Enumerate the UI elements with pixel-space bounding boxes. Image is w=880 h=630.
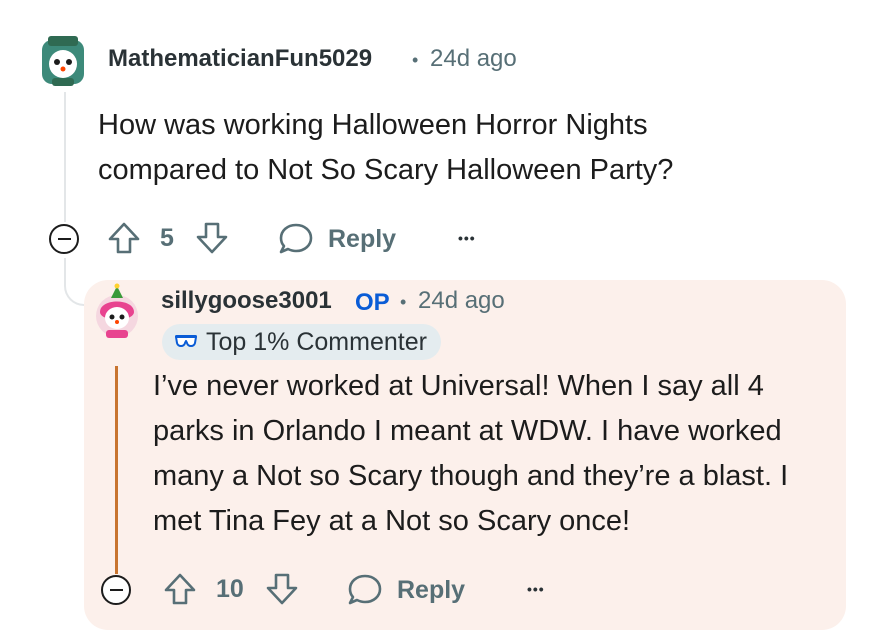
upvote-icon	[108, 222, 140, 254]
more-options-button[interactable]: •••	[527, 575, 545, 603]
comment-separator: •	[412, 50, 419, 70]
reply-body-line: parks in Orlando I meant at WDW. I have …	[153, 415, 782, 447]
reply-body-line: met Tina Fey at a Not so Scary once!	[153, 505, 631, 537]
flair-label: Top 1% Commenter	[206, 327, 427, 356]
reply-button[interactable]: Reply	[347, 573, 465, 607]
comment-body: How was working Halloween Horror Nights …	[98, 103, 673, 193]
comment-bubble-icon	[348, 574, 382, 605]
reply-avatar[interactable]	[92, 282, 142, 340]
avatar[interactable]	[38, 34, 88, 88]
reply-label: Reply	[328, 224, 397, 253]
reply-body: I’ve never worked at Universal! When I s…	[153, 364, 788, 544]
op-badge: OP	[355, 289, 390, 316]
downvote-button[interactable]	[264, 571, 300, 607]
thread-line	[64, 92, 66, 222]
user-flair: Top 1% Commenter	[162, 324, 441, 360]
downvote-button[interactable]	[194, 220, 230, 256]
downvote-icon	[196, 222, 228, 254]
reply-separator: •	[400, 292, 407, 312]
downvote-icon	[266, 573, 298, 605]
upvote-button[interactable]	[106, 220, 142, 256]
comment-bubble-icon	[279, 223, 313, 254]
upvote-button[interactable]	[162, 571, 198, 607]
comment-timestamp[interactable]: 24d ago	[430, 45, 517, 73]
reply-body-line: many a Not so Scary though and they’re a…	[153, 460, 789, 492]
thread-line	[115, 366, 118, 574]
collapse-thread-button[interactable]	[101, 575, 131, 605]
reply-timestamp[interactable]: 24d ago	[418, 287, 505, 315]
comment-username[interactable]: MathematicianFun5029	[108, 45, 372, 73]
comment-body-line: How was working Halloween Horror Nights	[98, 109, 648, 141]
reply-body-line: I’ve never worked at Universal! When I s…	[153, 370, 764, 402]
vote-score: 5	[160, 224, 174, 252]
more-options-icon: •••	[527, 581, 545, 597]
reply-button[interactable]: Reply	[278, 222, 396, 256]
sunglasses-icon	[175, 335, 197, 347]
more-options-icon: •••	[458, 230, 476, 246]
reply-label: Reply	[397, 575, 466, 604]
vote-score: 10	[216, 575, 244, 603]
comment-body-line: compared to Not So Scary Halloween Party…	[98, 154, 674, 186]
collapse-thread-button[interactable]	[49, 224, 79, 254]
upvote-icon	[164, 573, 196, 605]
reply-username[interactable]: sillygoose3001	[161, 287, 332, 315]
more-options-button[interactable]: •••	[458, 224, 476, 252]
